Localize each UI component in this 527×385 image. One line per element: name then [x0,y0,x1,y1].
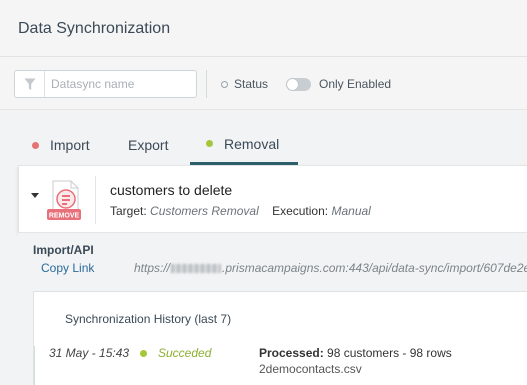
removal-dot-icon [206,140,213,147]
api-url-suffix: .prismacampaigns.com:443/api/data-sync/i… [222,261,527,275]
execution-value: Manual [331,204,371,218]
sync-item-card[interactable]: REMOVE customers to delete Target: Custo… [18,165,527,233]
filter-icon [15,71,45,97]
processed-label: Processed: [259,346,324,360]
remove-badge-text: REMOVE [49,213,80,220]
tab-import[interactable]: Import [32,125,90,165]
remove-file-icon: REMOVE [45,180,83,222]
only-enabled-label: Only Enabled [319,77,392,91]
processed-value: 98 customers - 98 rows [327,346,452,360]
history-date: 31 May - 15:43 [49,346,130,360]
api-url-prefix: https:// [134,261,171,275]
history-timeline-line [34,346,35,385]
success-dot-icon [140,349,147,357]
history-file-name: 2democontacts.csv [259,362,362,376]
filter-divider [206,70,207,98]
toggle-knob [287,78,298,90]
history-title: Synchronization History (last 7) [65,312,232,326]
target-value: Customers Removal [150,204,259,218]
page-header: Data Synchronization [0,0,527,57]
import-dot-icon [32,141,39,149]
filter-bar: Status Only Enabled [0,57,527,110]
copy-link-button[interactable]: Copy Link [41,261,94,275]
datasync-name-input[interactable] [51,75,191,93]
execution-label: Execution: [272,204,329,218]
status-dot-icon [221,80,228,88]
history-status: Succeded [140,346,211,360]
sync-history-panel: Synchronization History (last 7) 31 May … [33,291,527,385]
page-title: Data Synchronization [18,20,171,37]
tab-removal[interactable]: Removal [190,125,298,165]
sync-item-meta: Target: Customers Removal Execution: Man… [110,204,371,218]
import-api-label: Import/API [33,243,94,257]
history-processed: Processed: 98 customers - 98 rows [259,346,452,360]
history-status-label: Succeded [158,346,212,360]
search-box[interactable] [14,70,197,98]
redacted-host [171,264,222,274]
tab-export[interactable]: Export [128,125,168,165]
target-label: Target: [110,204,147,218]
expand-caret-icon[interactable] [31,193,39,198]
only-enabled-filter[interactable]: Only Enabled [286,76,391,92]
tab-removal-label: Removal [224,135,280,152]
sync-type-tabs: Import Export Removal [16,125,527,165]
tab-export-label: Export [128,137,169,153]
only-enabled-toggle[interactable] [286,77,311,91]
api-url: https:// .prismacampaigns.com:443/api/dat… [134,261,527,275]
card-divider [95,176,96,224]
sync-item-name: customers to delete [110,182,233,198]
status-filter[interactable]: Status [221,77,268,91]
sync-detail-panel: Import/API Copy Link https:// .prismacamp… [18,233,527,385]
status-label: Status [234,77,269,91]
tab-import-label: Import [50,137,90,153]
